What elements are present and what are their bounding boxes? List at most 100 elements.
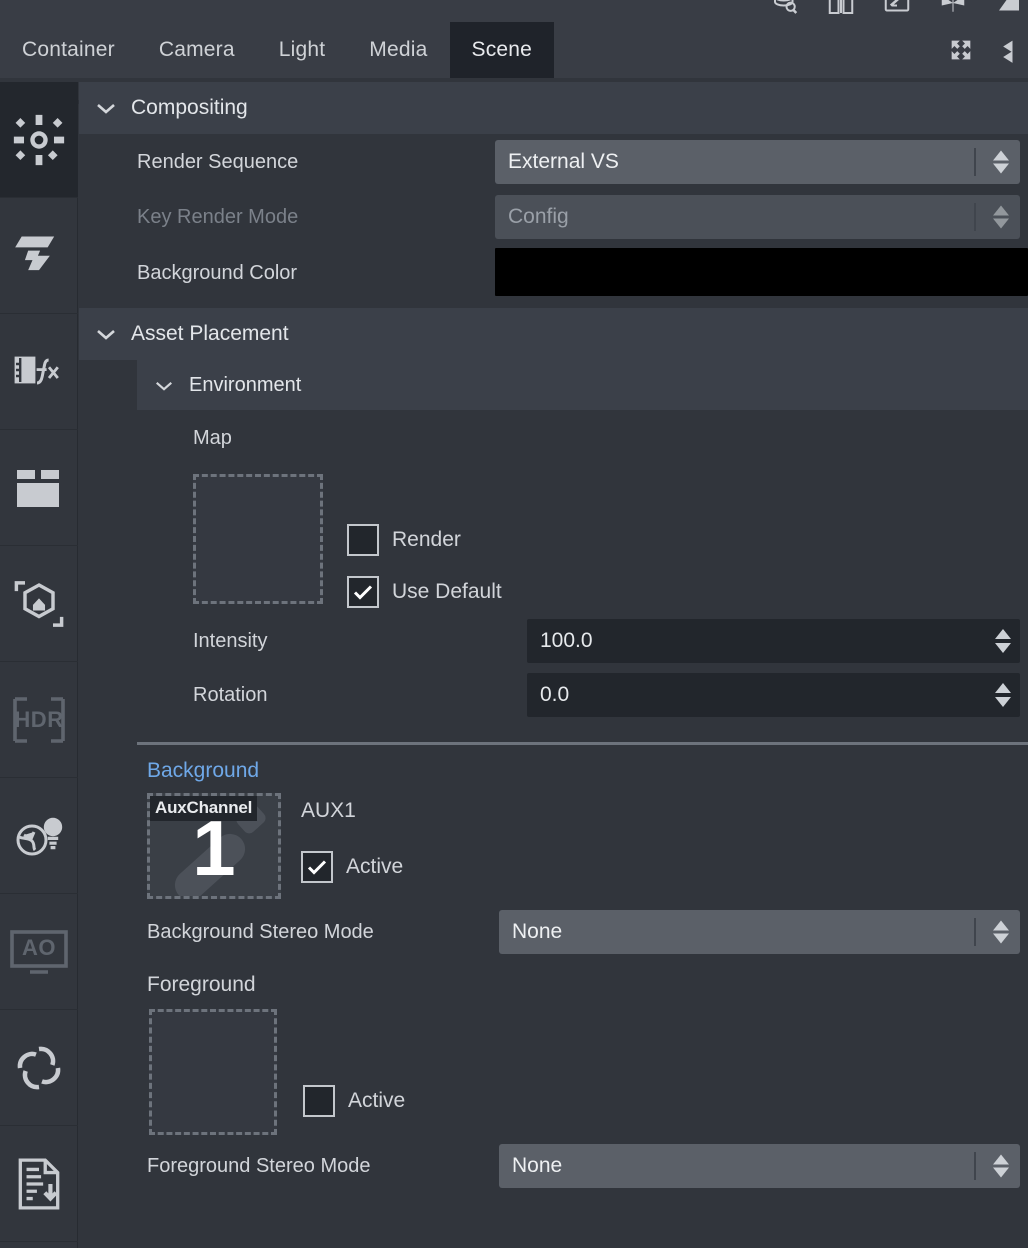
row-rotation: Rotation 0.0 — [79, 668, 1028, 722]
rotation-spinner-icon[interactable] — [995, 683, 1011, 707]
left-icon-rail: HDR AO — [0, 82, 78, 1248]
sidebar-item-swirl[interactable] — [0, 1010, 78, 1126]
box-container-icon — [13, 466, 65, 510]
sidebar-item-hdr[interactable]: HDR — [0, 662, 78, 778]
rotation-value: 0.0 — [540, 683, 570, 706]
section-header-compositing[interactable]: Compositing — [79, 82, 1028, 134]
render-sequence-label: Render Sequence — [137, 150, 299, 173]
background-stereo-mode-combo[interactable]: None — [499, 910, 1020, 954]
swirl-vortex-icon — [11, 1040, 67, 1096]
sidebar-item-label: AO — [22, 935, 56, 961]
background-stereo-mode-value: None — [512, 920, 563, 943]
object-capture-icon — [11, 576, 67, 632]
background-color-swatch[interactable] — [495, 248, 1028, 296]
partial-icon[interactable] — [992, 0, 1026, 18]
tab-container[interactable]: Container — [0, 22, 137, 78]
section-title: Compositing — [131, 96, 248, 119]
row-render-sequence: Render Sequence External VS — [79, 134, 1028, 190]
row-background-stereo-mode: Background Stereo Mode None — [79, 903, 1028, 961]
background-aux-thumbnail[interactable]: AuxChannel 1 — [147, 793, 281, 899]
combo-spinner-icon[interactable] — [993, 205, 1009, 229]
tab-camera[interactable]: Camera — [137, 22, 257, 78]
section-title: Environment — [189, 373, 302, 396]
spinner-down-icon[interactable] — [993, 1167, 1009, 1178]
rotation-input[interactable]: 0.0 — [527, 673, 1020, 717]
spinner-up-icon[interactable] — [993, 1154, 1009, 1165]
sidebar-item-settings[interactable] — [0, 82, 78, 198]
row-key-render-mode: Key Render Mode Config — [79, 190, 1028, 244]
thumbnail-number: 1 — [192, 804, 236, 892]
foreground-active-label: Active — [348, 1089, 406, 1112]
row-foreground-stereo-mode: Foreground Stereo Mode None — [79, 1137, 1028, 1195]
expand-fullscreen-icon[interactable] — [944, 33, 978, 67]
tab-bar-actions — [944, 22, 1028, 78]
combo-spinner-icon[interactable] — [993, 920, 1009, 944]
render-checkbox-row[interactable]: Render — [347, 524, 461, 556]
spinner-up-icon[interactable] — [995, 683, 1011, 693]
background-active-label: Active — [346, 855, 404, 878]
foreground-dropzone-group: Active — [79, 1009, 1028, 1137]
environment-map-dropzone[interactable] — [193, 474, 323, 604]
sidebar-item-layers[interactable] — [0, 198, 78, 314]
background-active-checkbox[interactable] — [301, 851, 333, 883]
sidebar-item-object-capture[interactable] — [0, 546, 78, 662]
spinner-down-icon[interactable] — [995, 643, 1011, 653]
section-header-asset-placement[interactable]: Asset Placement — [79, 308, 1028, 360]
aux-channel-label: AUX1 — [301, 799, 356, 822]
background-active-checkbox-row[interactable]: Active — [301, 851, 403, 883]
key-render-mode-combo[interactable]: Config — [495, 195, 1020, 239]
combo-spinner-icon[interactable] — [993, 150, 1009, 174]
combo-divider — [974, 148, 976, 176]
combo-spinner-icon[interactable] — [993, 1154, 1009, 1178]
foreground-stereo-mode-value: None — [512, 1154, 563, 1177]
sidebar-item-container[interactable] — [0, 430, 78, 546]
tab-light[interactable]: Light — [257, 22, 348, 78]
book-icon[interactable] — [824, 0, 858, 18]
background-color-label: Background Color — [137, 261, 298, 284]
foreground-stereo-mode-combo[interactable]: None — [499, 1144, 1020, 1188]
spinner-down-icon[interactable] — [993, 218, 1009, 229]
intensity-spinner-icon[interactable] — [995, 629, 1011, 653]
row-intensity: Intensity 100.0 — [79, 614, 1028, 668]
combo-divider — [974, 203, 976, 231]
foreground-stereo-mode-label: Foreground Stereo Mode — [147, 1154, 371, 1177]
map-label: Map — [193, 426, 232, 449]
background-link-label[interactable]: Background — [147, 759, 259, 783]
use-default-checkbox-row[interactable]: Use Default — [347, 576, 502, 608]
screen-edit-icon[interactable] — [880, 0, 914, 18]
render-checkbox[interactable] — [347, 524, 379, 556]
spinner-down-icon[interactable] — [993, 933, 1009, 944]
tab-list: Container Camera Light Media Scene — [0, 22, 555, 78]
use-default-checkbox[interactable] — [347, 576, 379, 608]
spinner-up-icon[interactable] — [993, 205, 1009, 216]
tab-media[interactable]: Media — [347, 22, 449, 78]
spinner-down-icon[interactable] — [993, 163, 1009, 174]
toolbar-icon-group — [768, 0, 1026, 18]
section-header-environment[interactable]: Environment — [137, 360, 1028, 410]
tab-scene[interactable]: Scene — [449, 22, 555, 78]
sidebar-item-ambient-occlusion[interactable]: AO — [0, 894, 78, 1010]
sidebar-item-export-document[interactable] — [0, 1126, 78, 1242]
foreground-active-checkbox[interactable] — [303, 1085, 335, 1117]
row-foreground-title: Foreground — [79, 961, 1028, 1009]
sidebar-item-effects[interactable] — [0, 314, 78, 430]
foreground-dropzone[interactable] — [149, 1009, 277, 1135]
spinner-up-icon[interactable] — [995, 629, 1011, 639]
render-sequence-combo[interactable]: External VS — [495, 140, 1020, 184]
sidebar-item-global-light[interactable] — [0, 778, 78, 894]
chevron-down-icon — [89, 327, 123, 341]
tab-label: Light — [278, 38, 326, 61]
spinner-up-icon[interactable] — [993, 920, 1009, 931]
intensity-label: Intensity — [193, 629, 268, 652]
render-sequence-value: External VS — [508, 150, 619, 173]
search-database-icon[interactable] — [768, 0, 802, 18]
spinner-up-icon[interactable] — [993, 150, 1009, 161]
intensity-input[interactable]: 100.0 — [527, 619, 1020, 663]
spinner-down-icon[interactable] — [995, 697, 1011, 707]
top-toolbar-strip — [0, 0, 1028, 22]
section-title: Asset Placement — [131, 322, 289, 345]
collapse-arrows-icon[interactable] — [992, 33, 1026, 67]
tab-label: Camera — [158, 38, 235, 61]
foreground-active-checkbox-row[interactable]: Active — [303, 1085, 405, 1117]
butterfly-icon[interactable] — [936, 0, 970, 18]
